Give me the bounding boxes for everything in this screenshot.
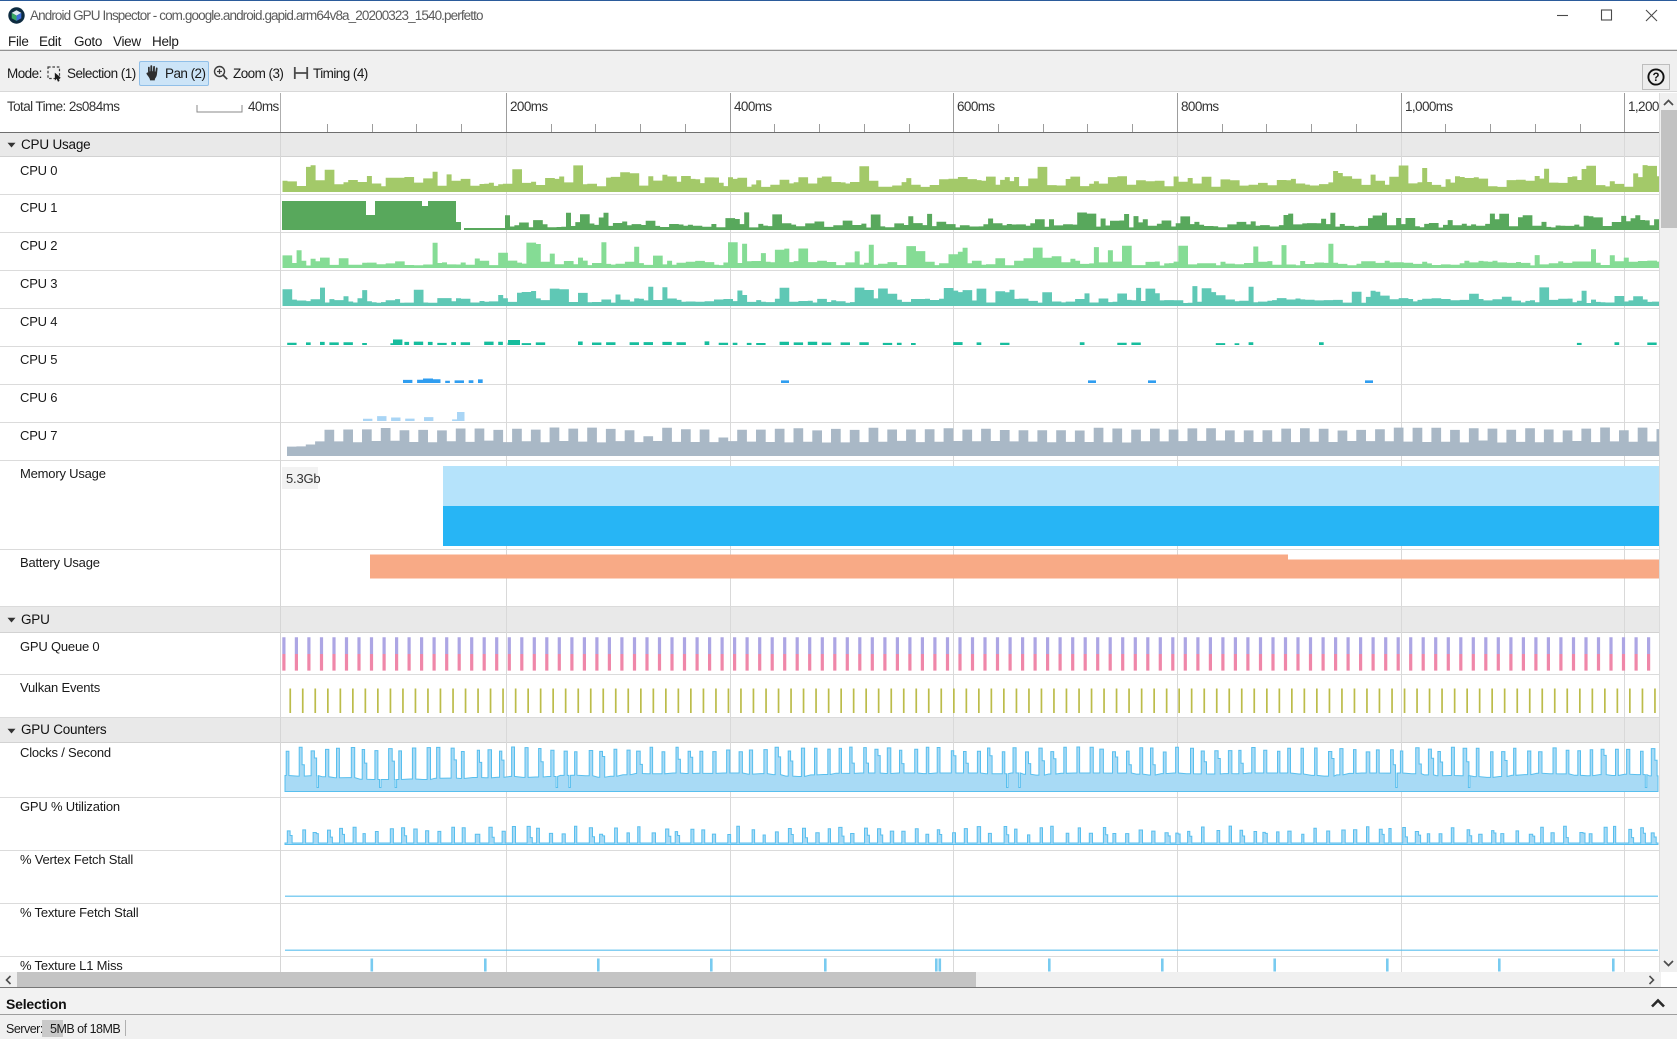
svg-text:?: ? [1652,72,1659,84]
